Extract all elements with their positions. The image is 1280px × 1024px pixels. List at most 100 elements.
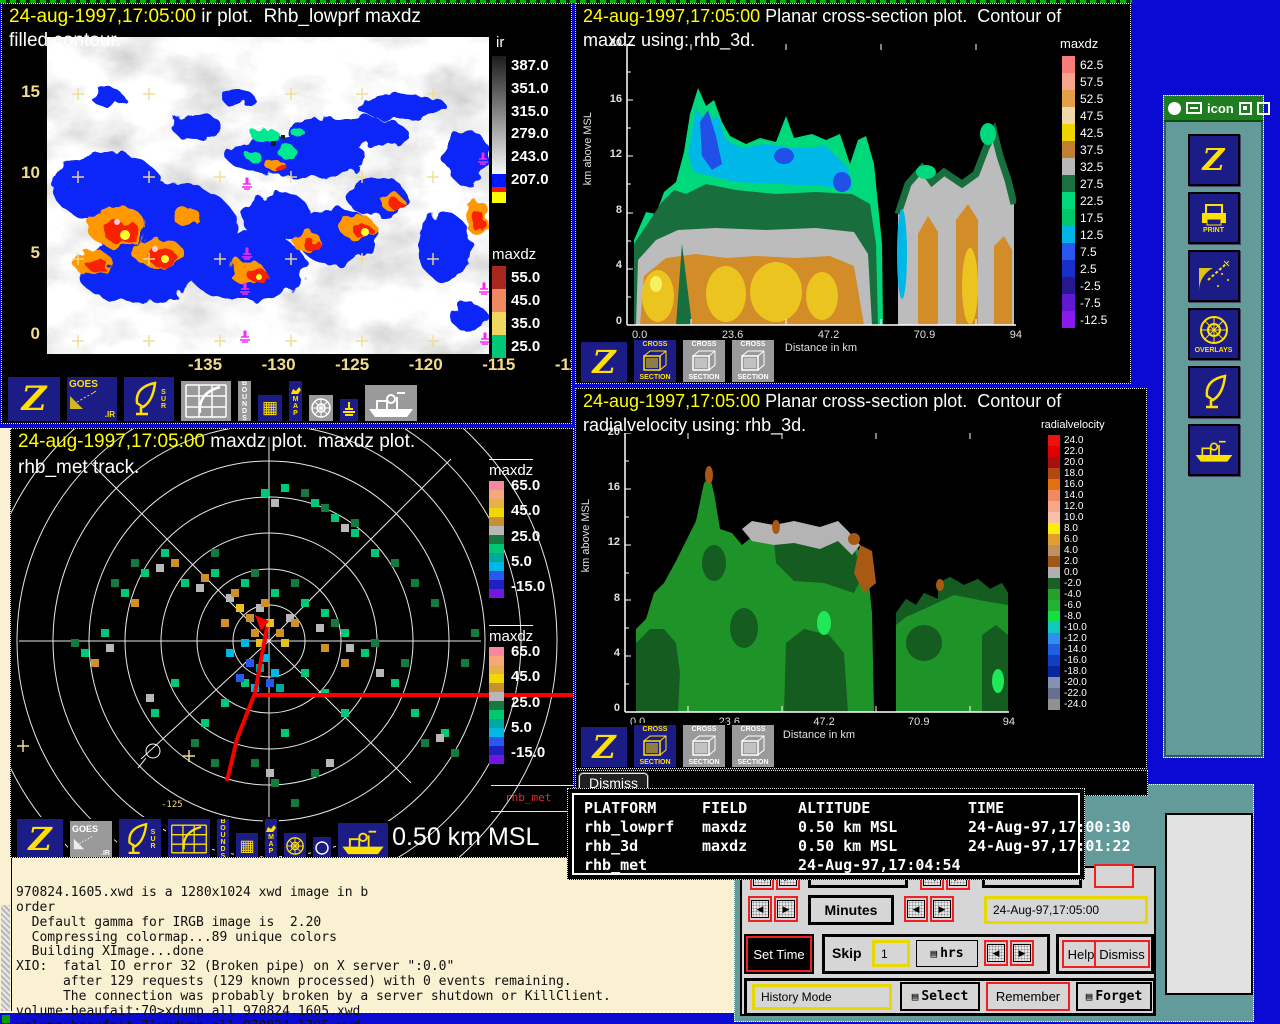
set-time-button[interactable]: Set Time xyxy=(746,936,812,972)
colorbar-cell xyxy=(1062,56,1075,73)
history-mode-field[interactable]: History Mode xyxy=(752,984,892,1010)
ship-icon[interactable] xyxy=(336,821,390,858)
skip-input-field[interactable]: 1 xyxy=(872,940,910,967)
overlay-ring-icon[interactable] xyxy=(282,831,308,858)
colorbar-label: 65.0 xyxy=(511,477,545,494)
colorbar-cell xyxy=(1062,294,1075,311)
window-menu-icon[interactable] xyxy=(1186,102,1202,114)
ir-colorbar-label: 387.0 xyxy=(511,57,549,74)
desktop-green-pixel xyxy=(2,1015,10,1023)
colorbar-label: 35.0 xyxy=(511,315,540,332)
grid-radar-icon[interactable] xyxy=(179,379,233,423)
colorbar-label: 45.0 xyxy=(511,292,540,309)
minutes-back-button[interactable]: ◀ xyxy=(748,896,772,922)
colorbar-cell xyxy=(1048,545,1060,556)
radar-colorbar-title: maxdz xyxy=(489,459,533,479)
step-back-button[interactable]: ◀ xyxy=(904,896,928,922)
x-tick: 47.2 xyxy=(818,329,839,341)
surveillance-radar-icon[interactable]: SUR xyxy=(122,375,176,423)
clipped-button[interactable] xyxy=(1094,864,1134,888)
print-icon[interactable]: PRINT xyxy=(1188,192,1240,244)
ship-icon[interactable] xyxy=(363,383,419,423)
minutes-forward-button[interactable]: ▶ xyxy=(774,896,798,922)
colorbar-cell xyxy=(489,490,504,499)
minutes-button[interactable]: Minutes xyxy=(808,895,894,925)
dialog-dismiss-button[interactable]: Dismiss xyxy=(1094,940,1150,968)
cross-section-icon[interactable]: CROSS SECTION xyxy=(730,338,776,384)
xs-maxdz-plot[interactable] xyxy=(626,44,1016,326)
small-grid-icon[interactable]: ▦ xyxy=(234,831,260,858)
colorbar-label: 12.0 xyxy=(1064,501,1083,512)
circle-icon[interactable] xyxy=(311,835,333,858)
colorbar-cell xyxy=(492,312,506,335)
colorbar-cell xyxy=(1048,688,1060,699)
desktop: 970824.1605.xwd is a 1280x1024 xwd image… xyxy=(0,0,1280,1024)
colorbar-cell xyxy=(1048,589,1060,600)
satellite-icon[interactable] xyxy=(1188,250,1240,302)
ship-icon[interactable] xyxy=(1188,424,1240,476)
window-iconify-icon[interactable] xyxy=(1239,102,1252,115)
icon-panel-body: Z PRINT OVERLAYS xyxy=(1164,122,1263,757)
ir-y-tick: 0 xyxy=(31,324,40,344)
ir-plot-title: 24-aug-1997,17:05:00 ir plot. Rhb_lowprf… xyxy=(9,6,421,28)
buoy-icon[interactable] xyxy=(338,397,360,423)
y-tick: 0 xyxy=(614,702,620,714)
grid-radar-icon[interactable] xyxy=(166,817,212,858)
colorbar-cell xyxy=(492,335,506,358)
zebra-icon[interactable]: Z xyxy=(579,340,629,384)
colorbar-label: -8.0 xyxy=(1064,611,1081,622)
colorbar-label: 5.0 xyxy=(511,719,545,736)
skip-forward-button[interactable]: ▶ xyxy=(1010,940,1034,966)
window-radio-icon[interactable] xyxy=(1168,102,1181,115)
time-input-field[interactable]: 24-Aug-97,17:05:00 xyxy=(984,896,1148,924)
xs-radial-title-line2: radialvelocity using: rhb_3d. xyxy=(583,415,806,436)
ir-satellite-image[interactable] xyxy=(47,37,489,354)
forget-menu-button[interactable]: ▤Forget xyxy=(1076,982,1152,1011)
cross-section-icon-active[interactable]: CROSS SECTION xyxy=(632,723,678,769)
terminal-scrollbar-thumb[interactable] xyxy=(1,905,10,1011)
colorbar-label: 27.5 xyxy=(1080,177,1103,191)
colorbar-label: 18.0 xyxy=(1064,468,1083,479)
units-menu-button[interactable]: ▤hrs xyxy=(916,940,978,967)
bounds-icon[interactable]: BOUNDS xyxy=(236,379,253,423)
goes-ir-icon[interactable]: GOES .IR xyxy=(68,819,114,858)
ir-y-tick: 5 xyxy=(31,243,40,263)
skip-back-button[interactable]: ◀ xyxy=(984,940,1008,966)
ir-colorbar-label: 243.0 xyxy=(511,148,549,165)
skip-label: Skip xyxy=(832,945,862,961)
small-grid-icon[interactable]: ▦ xyxy=(256,393,284,423)
window-zoom-icon[interactable] xyxy=(1257,102,1270,115)
overlay-ring-icon[interactable] xyxy=(307,393,335,423)
colorbar-label: 32.5 xyxy=(1080,160,1103,174)
goes-ir-icon[interactable]: GOES .IR xyxy=(65,375,119,423)
cross-section-icon[interactable]: CROSS SECTION xyxy=(681,338,727,384)
xs-radial-plot[interactable] xyxy=(624,433,1009,713)
cross-section-icon[interactable]: CROSS SECTION xyxy=(681,723,727,769)
colorbar-cell xyxy=(1062,311,1075,328)
icon-panel-titlebar[interactable]: icon xyxy=(1164,96,1263,122)
colorbar-cell xyxy=(492,266,506,289)
zebra-icon[interactable]: Z xyxy=(579,725,629,769)
cross-section-icon[interactable]: CROSS SECTION xyxy=(730,723,776,769)
zebra-icon[interactable]: Z xyxy=(15,817,65,858)
radar-colorbar2-cells xyxy=(489,647,504,764)
colorbar-label: 5.0 xyxy=(511,553,545,570)
map-icon[interactable]: MAP xyxy=(287,379,304,423)
radar-dish-icon[interactable] xyxy=(1188,366,1240,418)
terminal-output[interactable]: 970824.1605.xwd is a 1280x1024 xwd image… xyxy=(16,856,735,1024)
cell-time: 24-Aug-97,17:00:30 xyxy=(968,818,1131,837)
terminal-line: The connection was probably broken by a … xyxy=(16,990,735,1005)
step-forward-button[interactable]: ▶ xyxy=(930,896,954,922)
cross-section-icon-active[interactable]: CROSS SECTION xyxy=(632,338,678,384)
zebra-icon[interactable]: Z xyxy=(6,375,62,423)
colorbar-cell xyxy=(1048,622,1060,633)
select-menu-button[interactable]: ▤Select xyxy=(900,982,980,1011)
surveillance-radar-icon[interactable]: SUR xyxy=(117,817,163,858)
colorbar-label: -2.0 xyxy=(1064,578,1081,589)
overlays-icon[interactable]: OVERLAYS xyxy=(1188,308,1240,360)
map-icon[interactable]: MAP xyxy=(263,817,279,858)
colorbar-label: 6.0 xyxy=(1064,534,1078,545)
bounds-icon[interactable]: BOUNDS xyxy=(215,817,231,858)
zebra-icon[interactable]: Z xyxy=(1188,134,1240,186)
remember-button[interactable]: Remember xyxy=(986,982,1070,1011)
